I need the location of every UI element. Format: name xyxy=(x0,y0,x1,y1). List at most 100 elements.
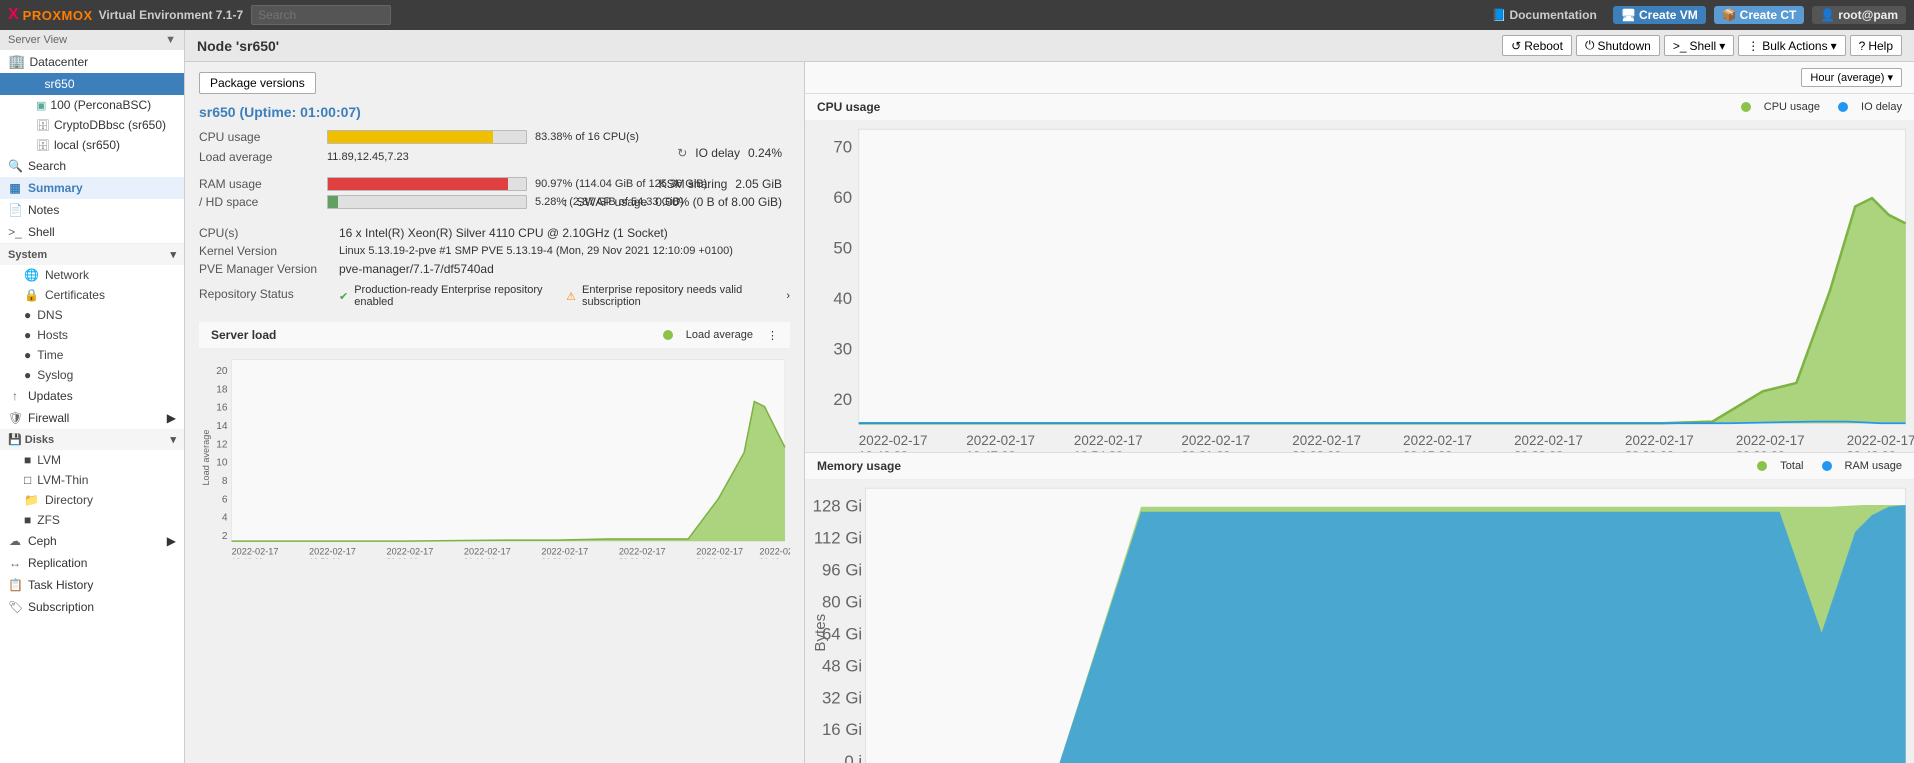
memory-chart-title: Memory usage xyxy=(817,459,901,473)
nav-item-search[interactable]: 🔍 Search xyxy=(0,155,184,177)
help-button[interactable]: ? Help xyxy=(1850,35,1902,56)
cpu-chart-header: CPU usage CPU usage IO delay xyxy=(805,94,1914,121)
nav-notes-label: Notes xyxy=(28,203,59,217)
nav-item-ceph[interactable]: ☁ Ceph ▶ xyxy=(0,530,184,552)
server-load-menu-icon[interactable]: ⋮ xyxy=(767,329,778,342)
svg-text:20:22:00: 20:22:00 xyxy=(1514,449,1563,451)
local-storage-icon: 🗄 xyxy=(36,139,50,152)
shutdown-button[interactable]: ⏻ Shutdown xyxy=(1576,35,1660,56)
time-icon: ● xyxy=(24,348,31,362)
nav-item-notes[interactable]: 📄 Notes xyxy=(0,199,184,221)
nav-search-label: Search xyxy=(28,159,66,173)
storage-icon: 🗄 xyxy=(36,119,50,132)
cryptodbbsc-label: CryptoDBbsc (sr650) xyxy=(54,118,166,132)
nav-group-system[interactable]: System ▾ xyxy=(0,244,184,265)
directory-icon: 📁 xyxy=(24,493,39,507)
tree-item-cryptodbbsc[interactable]: 🗄 CryptoDBbsc (sr650) xyxy=(0,115,184,135)
nav-item-syslog[interactable]: ● Syslog xyxy=(0,365,184,385)
user-button[interactable]: 👤 root@pam xyxy=(1812,6,1906,24)
ceph-expand-icon: ▶ xyxy=(167,534,176,548)
svg-text:4: 4 xyxy=(222,513,228,524)
nav-certificates-label: Certificates xyxy=(45,288,105,302)
shell-dropdown-icon: ▾ xyxy=(1719,39,1725,53)
io-delay-val: 0.24% xyxy=(748,146,782,160)
io-legend-label: IO delay xyxy=(1861,101,1902,113)
bulk-actions-button[interactable]: ⋮ Bulk Actions ▾ xyxy=(1738,35,1845,56)
search-icon: 🔍 xyxy=(8,159,22,173)
tree-item-datacenter[interactable]: 🏢 Datacenter xyxy=(0,50,184,73)
updates-icon: ↑ xyxy=(8,389,22,403)
main-layout: Server View ▼ 🏢 Datacenter 🖥 sr650 ▣ 100… xyxy=(0,30,1914,763)
nav-item-summary[interactable]: ▦ Summary xyxy=(0,177,184,199)
cpu-chart-body: 70 60 50 40 30 20 xyxy=(805,121,1914,452)
nav-item-replication[interactable]: ↔ Replication xyxy=(0,552,184,574)
nav-item-dns[interactable]: ● DNS xyxy=(0,305,184,325)
syslog-icon: ● xyxy=(24,368,31,382)
hosts-icon: ● xyxy=(24,328,31,342)
ram-usage-label: RAM usage xyxy=(199,177,319,191)
io-delay-label: IO delay xyxy=(695,146,740,160)
svg-text:2022-02-17: 2022-02-17 xyxy=(386,546,433,556)
ksm-val: 2.05 GiB xyxy=(735,177,782,191)
swap-label: SWAP usage xyxy=(577,195,648,209)
tree-item-100[interactable]: ▣ 100 (PerconaBSC) xyxy=(0,95,184,115)
repo-more-icon[interactable]: › xyxy=(786,290,790,302)
svg-text:96 Gi: 96 Gi xyxy=(822,560,862,579)
tree-item-local[interactable]: 🗄 local (sr650) xyxy=(0,135,184,155)
sidebar-toggle[interactable]: ▼ xyxy=(165,34,176,46)
documentation-button[interactable]: 📘 Documentation xyxy=(1483,6,1604,24)
reboot-button[interactable]: ↺ Reboot xyxy=(1502,35,1572,56)
svg-text:2022-02-17: 2022-02-17 xyxy=(1403,433,1472,448)
local-label: local (sr650) xyxy=(54,138,120,152)
svg-text:20:43:00: 20:43:00 xyxy=(1847,449,1896,451)
create-vm-button[interactable]: 🖥 Create VM xyxy=(1613,6,1706,24)
logo-area: X PROXMOX Virtual Environment 7.1-7 xyxy=(8,6,243,24)
load-average-label: Load average xyxy=(199,150,319,164)
shell-button[interactable]: >_ Shell ▾ xyxy=(1664,35,1734,56)
package-versions-button[interactable]: Package versions xyxy=(199,72,316,94)
time-selector-button[interactable]: Hour (average) ▾ xyxy=(1801,68,1902,87)
nav-item-shell[interactable]: >_ Shell xyxy=(0,221,184,243)
ram-legend-label: RAM usage xyxy=(1845,460,1902,472)
nav-subscription-label: Subscription xyxy=(28,600,94,614)
svg-text:2022-02-17: 2022-02-17 xyxy=(1074,433,1143,448)
create-ct-button[interactable]: 📦 Create CT xyxy=(1714,6,1805,24)
lvm-thin-icon: □ xyxy=(24,473,31,487)
nav-syslog-label: Syslog xyxy=(37,368,73,382)
sidebar: Server View ▼ 🏢 Datacenter 🖥 sr650 ▣ 100… xyxy=(0,30,185,763)
nav-item-certificates[interactable]: 🔒 Certificates xyxy=(0,285,184,305)
nav-item-time[interactable]: ● Time xyxy=(0,345,184,365)
svg-text:40: 40 xyxy=(833,289,852,308)
search-input[interactable] xyxy=(251,5,391,25)
tree-item-sr650[interactable]: 🖥 sr650 xyxy=(0,73,184,95)
nav-item-lvm-thin[interactable]: □ LVM-Thin xyxy=(0,470,184,490)
nav-item-zfs[interactable]: ■ ZFS xyxy=(0,510,184,530)
status-warn-icon: ⚠ xyxy=(566,290,576,303)
nav-section-main: 🔍 Search ▦ Summary 📄 Notes >_ Shell xyxy=(0,155,184,244)
nav-group-disks[interactable]: 💾 Disks ▾ xyxy=(0,429,184,450)
nav-item-taskhistory[interactable]: 📋 Task History xyxy=(0,574,184,596)
nav-item-network[interactable]: 🌐 Network xyxy=(0,265,184,285)
nav-item-subscription[interactable]: 🏷 Subscription xyxy=(0,596,184,618)
svg-text:Load average: Load average xyxy=(201,430,211,486)
nav-summary-label: Summary xyxy=(28,181,83,195)
nav-item-updates[interactable]: ↑ Updates xyxy=(0,385,184,407)
logo-proxmox: PROXMOX xyxy=(23,8,93,23)
nav-item-hosts[interactable]: ● Hosts xyxy=(0,325,184,345)
svg-text:12: 12 xyxy=(216,439,228,450)
nav-item-directory[interactable]: 📁 Directory xyxy=(0,490,184,510)
ram-usage-bar xyxy=(327,177,527,191)
repo-label: Repository Status xyxy=(199,287,339,301)
svg-text:2022-02-17: 2022-02-17 xyxy=(464,546,511,556)
svg-text:20:49: 20:49 xyxy=(759,558,780,559)
nav-lvm-thin-label: LVM-Thin xyxy=(37,473,88,487)
svg-text:80 Gi: 80 Gi xyxy=(822,592,862,611)
content-title: Node 'sr650' xyxy=(197,38,279,54)
svg-text:50: 50 xyxy=(833,239,852,258)
time-selector-dropdown-icon: ▾ xyxy=(1887,72,1893,84)
cpu-legend-cpu-label: CPU usage xyxy=(1764,101,1820,113)
nav-item-lvm[interactable]: ■ LVM xyxy=(0,450,184,470)
nav-item-firewall[interactable]: 🛡 Firewall ▶ xyxy=(0,407,184,429)
nav-replication-label: Replication xyxy=(28,556,87,570)
summary-icon: ▦ xyxy=(8,181,22,195)
